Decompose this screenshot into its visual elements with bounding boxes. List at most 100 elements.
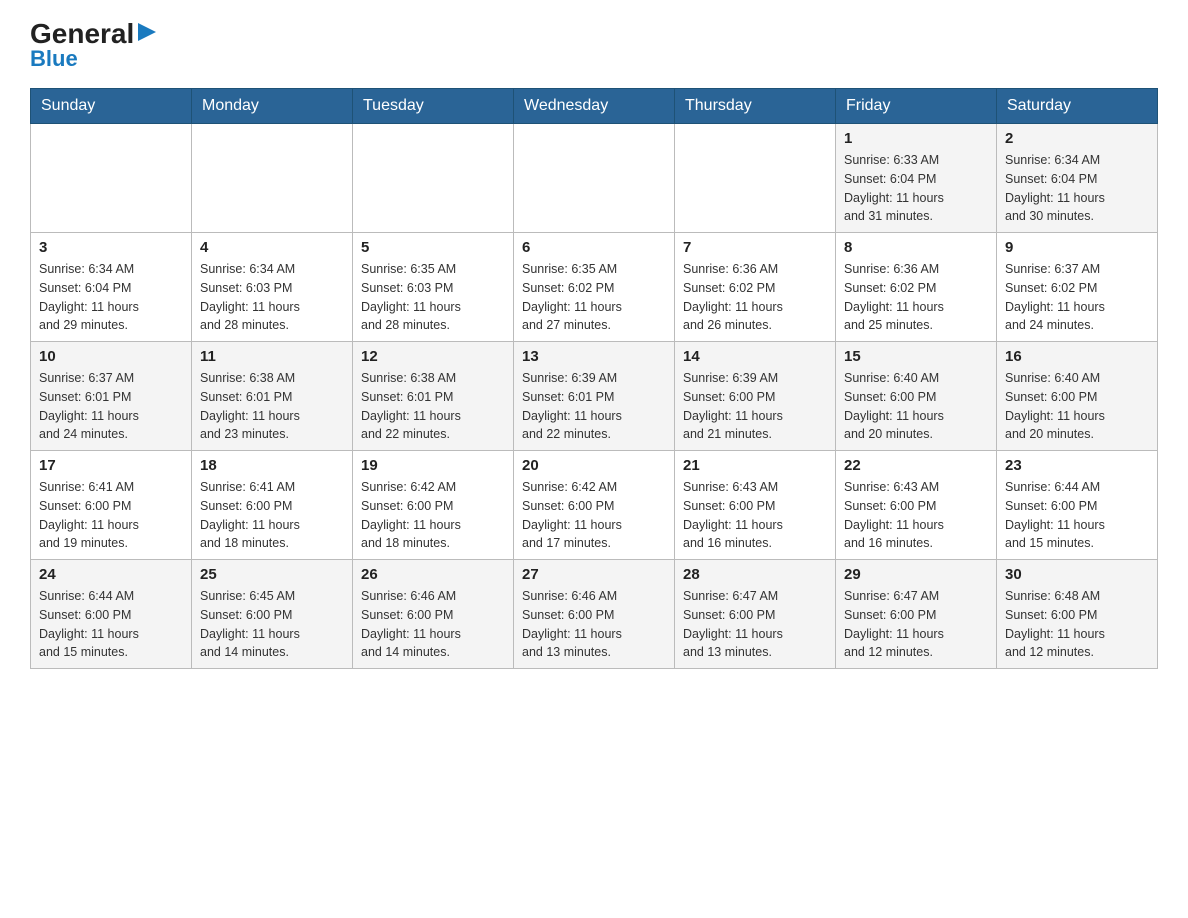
- day-info: Sunrise: 6:43 AM Sunset: 6:00 PM Dayligh…: [683, 478, 827, 553]
- calendar-cell: 23 Sunrise: 6:44 AM Sunset: 6:00 PM Dayli…: [997, 451, 1158, 560]
- logo-arrow-icon: [136, 21, 158, 43]
- day-number: 15: [844, 348, 988, 365]
- day-info: Sunrise: 6:38 AM Sunset: 6:01 PM Dayligh…: [200, 369, 344, 444]
- calendar-cell: 13 Sunrise: 6:39 AM Sunset: 6:01 PM Dayli…: [514, 342, 675, 451]
- col-friday: Friday: [836, 89, 997, 124]
- calendar-cell: 11 Sunrise: 6:38 AM Sunset: 6:01 PM Dayli…: [192, 342, 353, 451]
- calendar-cell: 19 Sunrise: 6:42 AM Sunset: 6:00 PM Dayli…: [353, 451, 514, 560]
- calendar-cell: 17Sunrise: 6:41 AM Sunset: 6:00 PM Dayli…: [31, 451, 192, 560]
- calendar-cell: 30Sunrise: 6:48 AM Sunset: 6:00 PM Dayli…: [997, 560, 1158, 669]
- day-info: Sunrise: 6:45 AM Sunset: 6:00 PM Dayligh…: [200, 587, 344, 662]
- calendar-cell: 18 Sunrise: 6:41 AM Sunset: 6:00 PM Dayli…: [192, 451, 353, 560]
- day-info: Sunrise: 6:40 AM Sunset: 6:00 PM Dayligh…: [1005, 369, 1149, 444]
- day-number: 30: [1005, 566, 1149, 583]
- calendar-cell: 22 Sunrise: 6:43 AM Sunset: 6:00 PM Dayli…: [836, 451, 997, 560]
- calendar-cell: [192, 124, 353, 233]
- calendar-cell: 25 Sunrise: 6:45 AM Sunset: 6:00 PM Dayli…: [192, 560, 353, 669]
- logo-sub-text: Blue: [30, 46, 78, 72]
- calendar-cell: [675, 124, 836, 233]
- day-info: Sunrise: 6:46 AM Sunset: 6:00 PM Dayligh…: [522, 587, 666, 662]
- day-number: 7: [683, 239, 827, 256]
- calendar-cell: 16 Sunrise: 6:40 AM Sunset: 6:00 PM Dayli…: [997, 342, 1158, 451]
- day-number: 5: [361, 239, 505, 256]
- calendar-cell: 9 Sunrise: 6:37 AM Sunset: 6:02 PM Daylig…: [997, 233, 1158, 342]
- day-number: 17: [39, 457, 183, 474]
- calendar-week-row: 1 Sunrise: 6:33 AM Sunset: 6:04 PM Daylig…: [31, 124, 1158, 233]
- day-number: 9: [1005, 239, 1149, 256]
- day-number: 16: [1005, 348, 1149, 365]
- day-number: 21: [683, 457, 827, 474]
- page-header: General Blue: [30, 20, 1158, 72]
- day-info: Sunrise: 6:42 AM Sunset: 6:00 PM Dayligh…: [522, 478, 666, 553]
- day-number: 26: [361, 566, 505, 583]
- day-number: 8: [844, 239, 988, 256]
- calendar-cell: 3Sunrise: 6:34 AM Sunset: 6:04 PM Daylig…: [31, 233, 192, 342]
- day-number: 10: [39, 348, 183, 365]
- day-info: Sunrise: 6:44 AM Sunset: 6:00 PM Dayligh…: [39, 587, 183, 662]
- calendar-cell: 2Sunrise: 6:34 AM Sunset: 6:04 PM Daylig…: [997, 124, 1158, 233]
- calendar-table: Sunday Monday Tuesday Wednesday Thursday…: [30, 88, 1158, 669]
- calendar-cell: 7 Sunrise: 6:36 AM Sunset: 6:02 PM Daylig…: [675, 233, 836, 342]
- day-info: Sunrise: 6:43 AM Sunset: 6:00 PM Dayligh…: [844, 478, 988, 553]
- day-number: 22: [844, 457, 988, 474]
- calendar-cell: 10 Sunrise: 6:37 AM Sunset: 6:01 PM Dayli…: [31, 342, 192, 451]
- calendar-cell: 8 Sunrise: 6:36 AM Sunset: 6:02 PM Daylig…: [836, 233, 997, 342]
- day-number: 19: [361, 457, 505, 474]
- calendar-cell: 14Sunrise: 6:39 AM Sunset: 6:00 PM Dayli…: [675, 342, 836, 451]
- calendar-week-row: 17 Sunrise: 6:41 AM Sunset: 6:00 PM Dayli…: [31, 451, 1158, 560]
- day-number: 4: [200, 239, 344, 256]
- day-number: 20: [522, 457, 666, 474]
- calendar-cell: [31, 124, 192, 233]
- logo: General Blue: [30, 20, 158, 72]
- day-info: Sunrise: 6:38 AM Sunset: 6:01 PM Dayligh…: [361, 369, 505, 444]
- col-sunday: Sunday: [31, 89, 192, 124]
- day-number: 12: [361, 348, 505, 365]
- calendar-cell: 1 Sunrise: 6:33 AM Sunset: 6:04 PM Daylig…: [836, 124, 997, 233]
- day-info: Sunrise: 6:35 AM Sunset: 6:02 PM Dayligh…: [522, 260, 666, 335]
- day-info: Sunrise: 6:34 AM Sunset: 6:03 PM Dayligh…: [200, 260, 344, 335]
- calendar-cell: 29 Sunrise: 6:47 AM Sunset: 6:00 PM Dayli…: [836, 560, 997, 669]
- col-tuesday: Tuesday: [353, 89, 514, 124]
- calendar-cell: [353, 124, 514, 233]
- day-number: 2: [1005, 130, 1149, 147]
- day-info: Sunrise: 6:47 AM Sunset: 6:00 PM Dayligh…: [844, 587, 988, 662]
- day-number: 1: [844, 130, 988, 147]
- calendar-week-row: 24 Sunrise: 6:44 AM Sunset: 6:00 PM Dayli…: [31, 560, 1158, 669]
- day-number: 24: [39, 566, 183, 583]
- day-info: Sunrise: 6:37 AM Sunset: 6:01 PM Dayligh…: [39, 369, 183, 444]
- calendar-cell: 24 Sunrise: 6:44 AM Sunset: 6:00 PM Dayli…: [31, 560, 192, 669]
- day-info: Sunrise: 6:33 AM Sunset: 6:04 PM Dayligh…: [844, 151, 988, 226]
- day-number: 13: [522, 348, 666, 365]
- col-thursday: Thursday: [675, 89, 836, 124]
- calendar-cell: 20 Sunrise: 6:42 AM Sunset: 6:00 PM Dayli…: [514, 451, 675, 560]
- day-number: 6: [522, 239, 666, 256]
- day-info: Sunrise: 6:37 AM Sunset: 6:02 PM Dayligh…: [1005, 260, 1149, 335]
- day-number: 23: [1005, 457, 1149, 474]
- day-info: Sunrise: 6:34 AM Sunset: 6:04 PM Dayligh…: [39, 260, 183, 335]
- calendar-cell: 28Sunrise: 6:47 AM Sunset: 6:00 PM Dayli…: [675, 560, 836, 669]
- col-saturday: Saturday: [997, 89, 1158, 124]
- day-number: 29: [844, 566, 988, 583]
- day-info: Sunrise: 6:35 AM Sunset: 6:03 PM Dayligh…: [361, 260, 505, 335]
- day-info: Sunrise: 6:46 AM Sunset: 6:00 PM Dayligh…: [361, 587, 505, 662]
- day-info: Sunrise: 6:44 AM Sunset: 6:00 PM Dayligh…: [1005, 478, 1149, 553]
- day-info: Sunrise: 6:42 AM Sunset: 6:00 PM Dayligh…: [361, 478, 505, 553]
- day-info: Sunrise: 6:39 AM Sunset: 6:01 PM Dayligh…: [522, 369, 666, 444]
- day-info: Sunrise: 6:40 AM Sunset: 6:00 PM Dayligh…: [844, 369, 988, 444]
- calendar-week-row: 3Sunrise: 6:34 AM Sunset: 6:04 PM Daylig…: [31, 233, 1158, 342]
- day-number: 18: [200, 457, 344, 474]
- calendar-week-row: 10 Sunrise: 6:37 AM Sunset: 6:01 PM Dayli…: [31, 342, 1158, 451]
- calendar-cell: 12 Sunrise: 6:38 AM Sunset: 6:01 PM Dayli…: [353, 342, 514, 451]
- logo-main-text: General: [30, 20, 134, 48]
- calendar-cell: 21 Sunrise: 6:43 AM Sunset: 6:00 PM Dayli…: [675, 451, 836, 560]
- calendar-cell: 15 Sunrise: 6:40 AM Sunset: 6:00 PM Dayli…: [836, 342, 997, 451]
- day-number: 11: [200, 348, 344, 365]
- day-info: Sunrise: 6:36 AM Sunset: 6:02 PM Dayligh…: [844, 260, 988, 335]
- day-info: Sunrise: 6:41 AM Sunset: 6:00 PM Dayligh…: [200, 478, 344, 553]
- day-number: 14: [683, 348, 827, 365]
- calendar-cell: 4 Sunrise: 6:34 AM Sunset: 6:03 PM Daylig…: [192, 233, 353, 342]
- day-number: 25: [200, 566, 344, 583]
- day-info: Sunrise: 6:36 AM Sunset: 6:02 PM Dayligh…: [683, 260, 827, 335]
- calendar-header-row: Sunday Monday Tuesday Wednesday Thursday…: [31, 89, 1158, 124]
- calendar-cell: 27Sunrise: 6:46 AM Sunset: 6:00 PM Dayli…: [514, 560, 675, 669]
